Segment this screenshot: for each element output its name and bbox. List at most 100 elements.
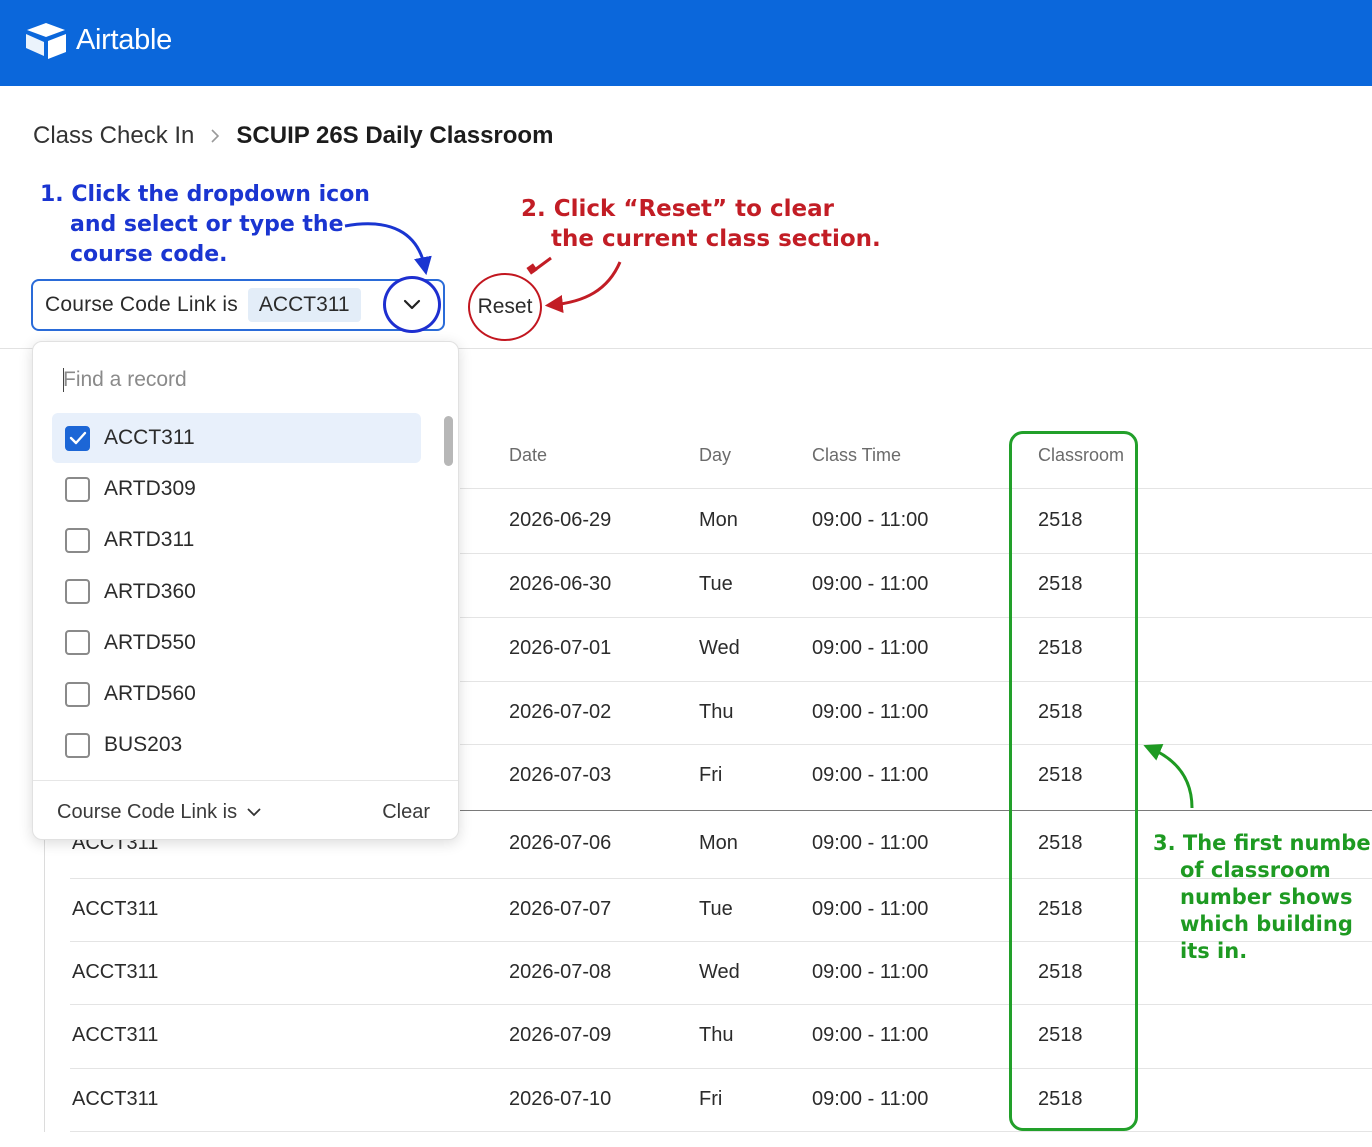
annotation-step2: 2. Click “Reset” to clear the current cl… bbox=[521, 194, 881, 254]
dropdown-footer-filter[interactable]: Course Code Link is bbox=[57, 801, 261, 824]
page-title: SCUIP 26S Daily Classroom bbox=[236, 122, 554, 149]
record-option[interactable]: ARTD311 bbox=[52, 515, 421, 565]
cell-class-time[interactable]: 09:00 - 11:00 bbox=[812, 764, 928, 787]
cell-date[interactable]: 2026-07-06 bbox=[509, 832, 611, 855]
dropdown-scrollbar[interactable] bbox=[444, 416, 453, 466]
cell-day[interactable]: Fri bbox=[699, 764, 722, 787]
cell-date[interactable]: 2026-07-01 bbox=[509, 637, 611, 660]
cell-date[interactable]: 2026-07-10 bbox=[509, 1088, 611, 1111]
annotation-step3-line5: its in. bbox=[1180, 939, 1248, 963]
table-row-divider bbox=[70, 1131, 1372, 1132]
reset-button[interactable]: Reset bbox=[468, 273, 542, 341]
annotation-step2-line1: 2. Click “Reset” to clear bbox=[521, 196, 834, 222]
table-row-divider bbox=[460, 488, 1372, 489]
cell-class-time[interactable]: 09:00 - 11:00 bbox=[812, 1024, 928, 1047]
annotation-step3-line3: number shows bbox=[1180, 885, 1353, 909]
record-option[interactable]: ARTD309 bbox=[52, 464, 421, 514]
annotation-step3: 3. The first number of classroom number … bbox=[1153, 830, 1372, 965]
record-option-label: ARTD311 bbox=[104, 528, 195, 552]
breadcrumb-parent[interactable]: Class Check In bbox=[33, 122, 194, 150]
cell-day[interactable]: Thu bbox=[699, 1024, 733, 1047]
filter-dropdown-button[interactable] bbox=[383, 276, 441, 333]
cell-day[interactable]: Wed bbox=[699, 637, 740, 660]
record-option-checkbox[interactable] bbox=[65, 425, 90, 451]
cell-date[interactable]: 2026-07-08 bbox=[509, 961, 611, 984]
annotation-step3-line1: 3. The first number bbox=[1153, 831, 1372, 855]
cell-course[interactable]: ACCT311 bbox=[72, 1088, 158, 1111]
find-record-input[interactable] bbox=[63, 368, 403, 392]
checkmark-icon bbox=[69, 431, 86, 445]
cell-day[interactable]: Fri bbox=[699, 1088, 722, 1111]
cell-class-time[interactable]: 09:00 - 11:00 bbox=[812, 701, 928, 724]
arrow-step2 bbox=[544, 261, 622, 313]
column-header-date[interactable]: Date bbox=[509, 445, 547, 466]
record-option-label: ARTD560 bbox=[104, 682, 196, 705]
chevron-down-icon bbox=[247, 808, 261, 817]
record-option-checkbox[interactable] bbox=[65, 579, 90, 605]
record-option-checkbox[interactable] bbox=[65, 732, 90, 758]
cell-day[interactable]: Mon bbox=[699, 509, 738, 532]
cell-course[interactable]: ACCT311 bbox=[72, 1024, 158, 1047]
cell-day[interactable]: Mon bbox=[699, 832, 738, 855]
cell-day[interactable]: Thu bbox=[699, 701, 733, 724]
cell-date[interactable]: 2026-07-02 bbox=[509, 701, 611, 724]
filter-label: Course Code Link is bbox=[45, 293, 238, 316]
record-option-checkbox[interactable] bbox=[65, 630, 90, 656]
breadcrumb: Class Check In SCUIP 26S Daily Classroom bbox=[33, 122, 553, 150]
chevron-down-icon bbox=[403, 299, 421, 309]
cell-class-time[interactable]: 09:00 - 11:00 bbox=[812, 832, 928, 855]
cell-day[interactable]: Tue bbox=[699, 898, 733, 921]
cell-date[interactable]: 2026-06-29 bbox=[509, 509, 611, 532]
cell-course[interactable]: ACCT311 bbox=[72, 961, 158, 984]
cell-class-time[interactable]: 09:00 - 11:00 bbox=[812, 637, 928, 660]
chevron-right-icon bbox=[211, 129, 220, 143]
cell-day[interactable]: Wed bbox=[699, 961, 740, 984]
classroom-column-highlight bbox=[1009, 431, 1138, 1131]
app-name: Airtable bbox=[76, 23, 172, 56]
cell-date[interactable]: 2026-07-03 bbox=[509, 764, 611, 787]
annotation-step2-line2: the current class section. bbox=[551, 226, 881, 252]
cell-date[interactable]: 2026-06-30 bbox=[509, 573, 611, 596]
clear-button[interactable]: Clear bbox=[382, 801, 430, 824]
table-row-divider bbox=[460, 617, 1372, 618]
course-code-filter[interactable]: Course Code Link is ACCT311 bbox=[31, 276, 445, 333]
table-row-divider bbox=[460, 553, 1372, 554]
dropdown-footer-label: Course Code Link is bbox=[57, 801, 238, 823]
cell-course[interactable]: ACCT311 bbox=[72, 898, 158, 921]
record-option[interactable]: ARTD550 bbox=[52, 618, 421, 668]
airtable-logo[interactable]: Airtable bbox=[24, 20, 172, 60]
annotation-step1-line3: course code. bbox=[70, 242, 228, 267]
table-row-divider bbox=[70, 1004, 1372, 1005]
record-option-label: ARTD309 bbox=[104, 477, 196, 501]
annotation-step1-line2: and select or type the bbox=[70, 212, 344, 237]
record-option-label: ARTD550 bbox=[104, 630, 196, 654]
record-option-checkbox[interactable] bbox=[65, 681, 90, 707]
table-row-divider bbox=[70, 1068, 1372, 1069]
record-option-checkbox[interactable] bbox=[65, 476, 90, 502]
table-row-divider bbox=[460, 681, 1372, 682]
top-app-bar: Airtable bbox=[0, 0, 1372, 86]
record-option[interactable]: ARTD560 bbox=[52, 669, 421, 719]
record-option[interactable]: ARTD360 bbox=[52, 567, 421, 617]
cell-class-time[interactable]: 09:00 - 11:00 bbox=[812, 961, 928, 984]
dropdown-footer-divider bbox=[33, 780, 458, 781]
column-header-day[interactable]: Day bbox=[699, 445, 731, 466]
annotation-step3-line4: which building bbox=[1180, 912, 1353, 936]
column-header-class-time[interactable]: Class Time bbox=[812, 445, 901, 466]
annotation-step1-line1: 1. Click the dropdown icon bbox=[40, 182, 370, 207]
cell-class-time[interactable]: 09:00 - 11:00 bbox=[812, 898, 928, 921]
cell-class-time[interactable]: 09:00 - 11:00 bbox=[812, 573, 928, 596]
cell-class-time[interactable]: 09:00 - 11:00 bbox=[812, 509, 928, 532]
cell-date[interactable]: 2026-07-07 bbox=[509, 898, 611, 921]
record-option-label: ARTD360 bbox=[104, 579, 196, 603]
annotation-step3-line2: of classroom bbox=[1180, 858, 1331, 882]
filter-value-chip[interactable]: ACCT311 bbox=[247, 288, 361, 322]
record-option[interactable]: BUS203 bbox=[52, 720, 421, 770]
record-option-label: BUS203 bbox=[104, 733, 183, 757]
cell-day[interactable]: Tue bbox=[699, 573, 733, 596]
cell-date[interactable]: 2026-07-09 bbox=[509, 1024, 611, 1047]
record-option[interactable]: ACCT311 bbox=[52, 413, 421, 463]
annotation-step1: 1. Click the dropdown icon and select or… bbox=[40, 180, 400, 270]
record-option-checkbox[interactable] bbox=[65, 527, 90, 553]
cell-class-time[interactable]: 09:00 - 11:00 bbox=[812, 1088, 928, 1111]
